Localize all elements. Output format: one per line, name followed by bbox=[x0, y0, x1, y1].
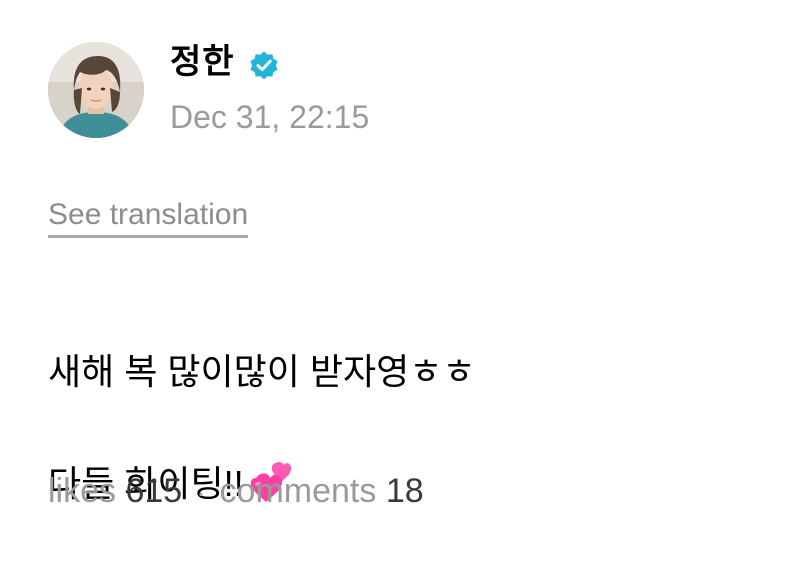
likes-count: 615 bbox=[125, 472, 183, 510]
likes-stat[interactable]: likes 615 bbox=[48, 472, 182, 510]
likes-label: likes bbox=[48, 472, 117, 510]
avatar[interactable] bbox=[48, 42, 144, 138]
avatar-image bbox=[48, 42, 144, 138]
post-timestamp: Dec 31, 22:15 bbox=[170, 99, 370, 135]
comments-label: comments bbox=[219, 472, 377, 510]
post-stats: likes 615 · comments 18 bbox=[48, 470, 424, 514]
comments-count: 18 bbox=[385, 472, 424, 510]
post-body: 새해 복 많이많이 받자영ㅎㅎ 다들 화이팅!! bbox=[48, 288, 475, 568]
stats-separator: · bbox=[196, 477, 206, 508]
author-name[interactable]: 정한 bbox=[170, 40, 235, 84]
verified-badge-icon bbox=[250, 51, 278, 80]
comments-stat[interactable]: comments 18 bbox=[220, 472, 424, 510]
post-card: 정한 Dec 31, 22:15 See translation 새해 복 많이… bbox=[0, 0, 799, 571]
see-translation-link[interactable]: See translation bbox=[48, 196, 249, 238]
post-body-line-1: 새해 복 많이많이 받자영ㅎㅎ bbox=[48, 351, 476, 392]
